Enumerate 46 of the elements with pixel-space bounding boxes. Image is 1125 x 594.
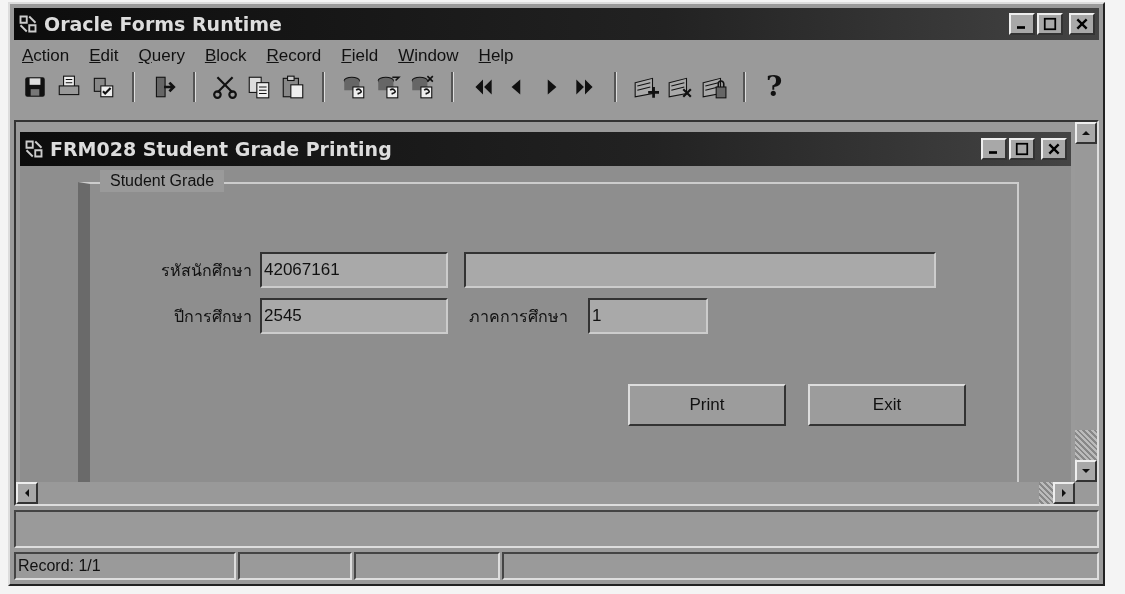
menu-item[interactable]: Block — [204, 46, 247, 66]
window-title: Oracle Forms Runtime — [44, 13, 283, 35]
menu-item[interactable]: Record — [266, 46, 322, 66]
menu-item[interactable]: Help — [478, 46, 514, 66]
push-button[interactable]: Print — [628, 384, 786, 426]
query-icon[interactable] — [409, 74, 435, 100]
minimize-icon — [989, 151, 997, 154]
input-field[interactable] — [464, 252, 936, 288]
up-arrow-icon[interactable] — [1081, 128, 1091, 138]
field-label: ภาคการศึกษา — [467, 306, 569, 327]
input-field[interactable]: 42067161 — [260, 252, 448, 288]
maximize-icon — [1013, 142, 1031, 156]
help-button[interactable]: ? — [762, 72, 787, 102]
scissors-icon[interactable] — [212, 74, 238, 100]
group-title: Student Grade — [100, 170, 225, 192]
field-label: ปีการศึกษา — [173, 306, 253, 327]
scroll-thumb[interactable] — [1075, 430, 1097, 460]
query-icon[interactable] — [341, 74, 367, 100]
copy-icon[interactable] — [246, 74, 272, 100]
input-field[interactable]: 2545 — [260, 298, 448, 334]
menu-item[interactable]: Window — [398, 46, 459, 66]
right-arrow-icon[interactable] — [1059, 488, 1069, 498]
push-button[interactable]: Exit — [808, 384, 966, 426]
down-arrow-icon[interactable] — [1081, 466, 1091, 476]
form-icon — [24, 139, 44, 159]
menu-item[interactable]: Query — [138, 46, 185, 66]
close-button[interactable] — [1041, 138, 1067, 160]
minimize-button[interactable] — [981, 138, 1007, 160]
field-label: รหัสนักศึกษา — [160, 260, 253, 281]
form-title: FRM028 Student Grade Printing — [50, 138, 393, 160]
minimize-icon — [1017, 26, 1025, 29]
app-icon — [18, 14, 38, 34]
menu-item[interactable]: Field — [341, 46, 379, 66]
menu-item[interactable]: Action — [22, 46, 70, 66]
scroll-thumb[interactable] — [1039, 482, 1053, 504]
minimize-button[interactable] — [1009, 13, 1035, 35]
close-button[interactable] — [1069, 13, 1095, 35]
maximize-button[interactable] — [1037, 13, 1063, 35]
input-field[interactable]: 1 — [588, 298, 708, 334]
maximize-icon — [1041, 17, 1059, 31]
query-icon[interactable] — [375, 74, 401, 100]
vertical-scrollbar[interactable] — [1075, 122, 1097, 482]
maximize-button[interactable] — [1009, 138, 1035, 160]
status-cell: Record: 1/1 — [14, 552, 236, 580]
paste-icon[interactable] — [280, 74, 306, 100]
menu-item[interactable]: Edit — [89, 46, 119, 66]
